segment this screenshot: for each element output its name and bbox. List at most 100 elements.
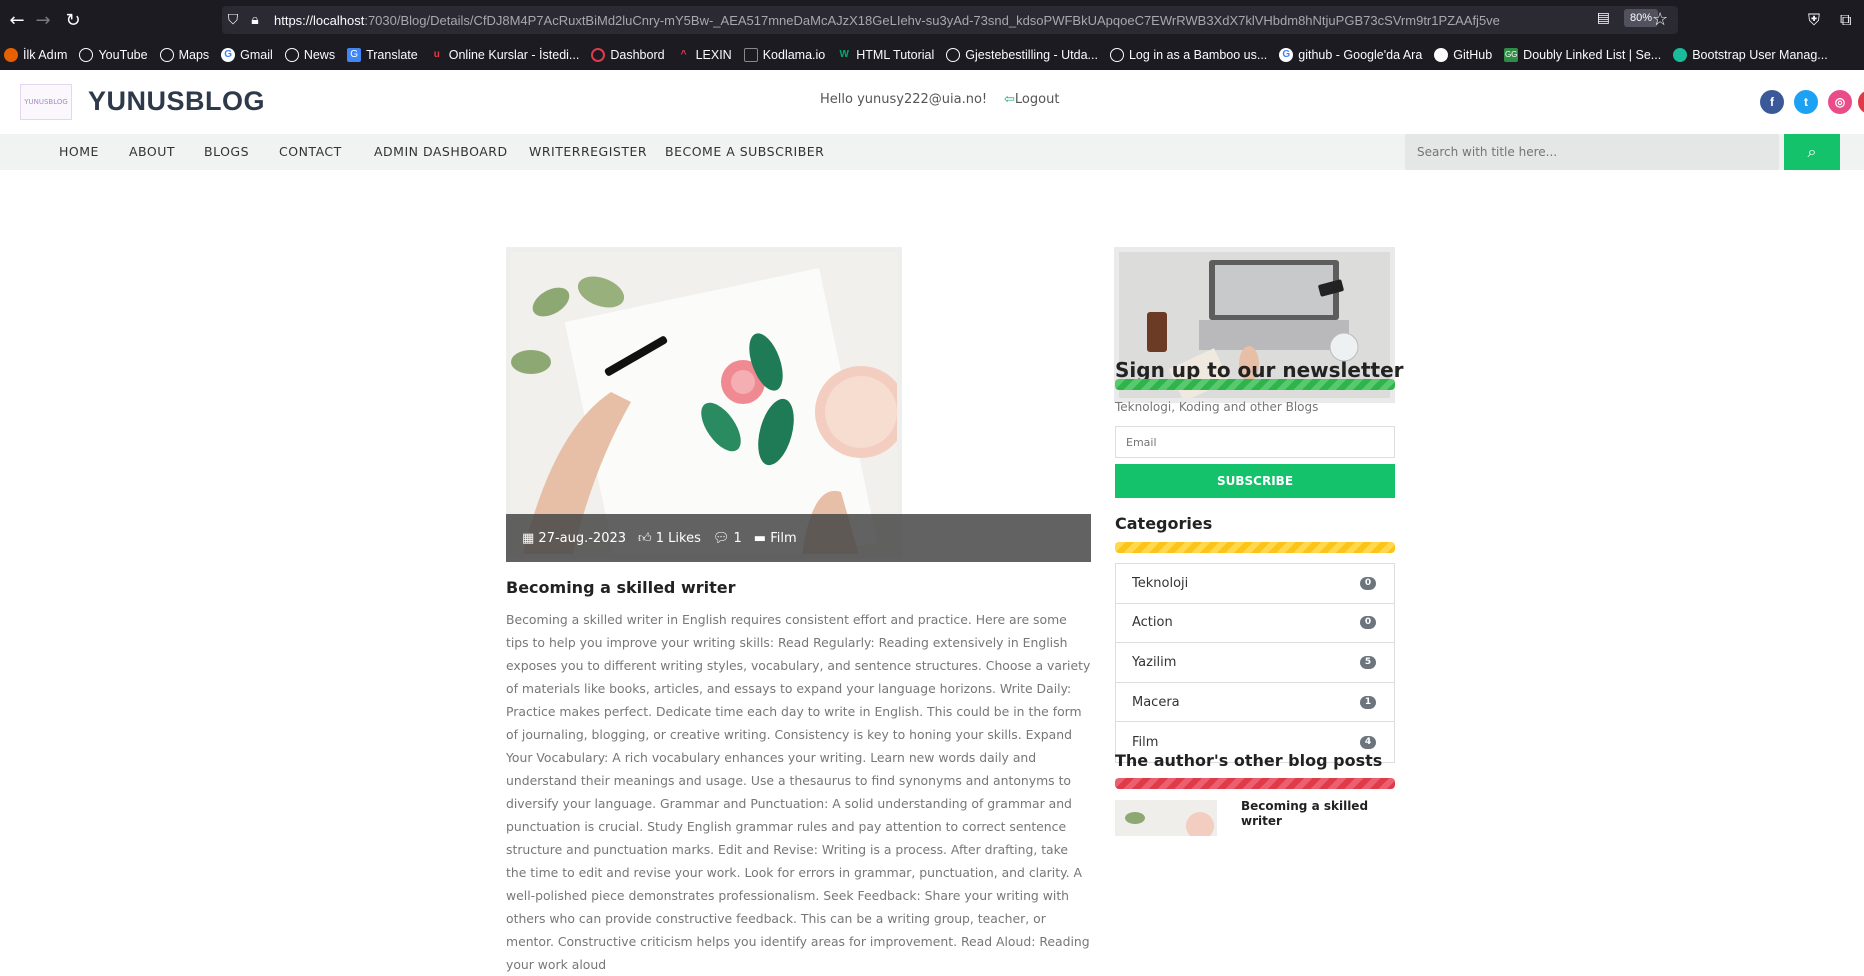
udemy-icon: u (433, 49, 440, 60)
url-host: https://localhost (274, 12, 365, 28)
forward-arrow-icon[interactable]: → (28, 5, 58, 35)
logout-link[interactable]: ⇦Logout (1004, 92, 1059, 107)
globe-icon (79, 48, 94, 62)
nav-blogs[interactable]: BLOGS (204, 134, 249, 170)
search-button[interactable]: ⌕ (1784, 134, 1840, 170)
folder-icon: ▬ (753, 530, 771, 546)
post-category[interactable]: ▬ Film (754, 531, 797, 546)
category-count-badge: 0 (1360, 616, 1376, 630)
bookmark-item[interactable]: GG Doubly Linked List | Se... (1504, 48, 1661, 62)
shield-icon[interactable]: ⛉ (222, 12, 244, 28)
nav-contact[interactable]: CONTACT (279, 134, 342, 170)
categories-stripe (1115, 542, 1395, 553)
kodlama-icon (743, 48, 758, 62)
category-count-badge: 4 (1360, 735, 1376, 749)
date-text: 27-aug.-2023 (538, 530, 627, 546)
bookmark-label: HTML Tutorial (856, 48, 935, 62)
nav-home[interactable]: HOME (59, 134, 99, 170)
nav-about[interactable]: ABOUT (129, 134, 175, 170)
bookmark-item[interactable]: Kodlama.io (743, 48, 826, 62)
nav-become-subscriber[interactable]: BECOME A SUBSCRIBER (665, 134, 824, 170)
facebook-icon[interactable]: f (1760, 90, 1784, 114)
bookmark-item[interactable]: GitHub (1434, 48, 1492, 62)
bookmark-label: Translate (366, 48, 418, 62)
category-item[interactable]: Action 0 (1116, 604, 1394, 644)
bookmark-label: Log in as a Bamboo us... (1128, 48, 1268, 62)
category-item[interactable]: Macera 1 (1116, 683, 1394, 723)
bookmark-item[interactable]: Ggithub - Google'da Ara (1279, 48, 1422, 62)
post-likes[interactable]: 👍︎ 1 Likes (638, 531, 701, 546)
bookmark-label: LEXIN (695, 48, 732, 62)
other-posts-stripe (1115, 778, 1395, 789)
bookmark-label: Gjestebestilling - Utda... (965, 48, 1098, 62)
post-meta-bar: ▦ 27-aug.-2023 👍︎ 1 Likes 💬︎ 1 ▬ Film (506, 514, 1091, 562)
bookmark-label: Doubly Linked List | Se... (1523, 48, 1662, 62)
category-name: Film (1132, 734, 1159, 750)
category-item[interactable]: Yazilim 5 (1116, 643, 1394, 683)
pinterest-icon[interactable] (1858, 90, 1864, 114)
categories-heading: Categories (1115, 514, 1213, 533)
nav-admin-dashboard[interactable]: ADMIN DASHBOARD (374, 134, 508, 170)
category-list: Teknoloji 0 Action 0 Yazilim 5 Macera 1 Film… (1115, 563, 1395, 763)
comments-text: 1 (733, 530, 742, 546)
bookmark-item[interactable]: u Online Kurslar - İstedi... (430, 48, 580, 62)
subscribe-button[interactable]: SUBSCRIBE (1115, 464, 1395, 498)
address-bar[interactable]: ⛉ 🔒︎ https://localhost:7030/Blog/Details… (222, 6, 1678, 34)
other-post-title[interactable]: Becoming a skilled writer (1241, 799, 1391, 829)
other-post-thumbnail[interactable] (1115, 800, 1217, 836)
search-icon: ⌕ (1807, 142, 1817, 161)
search-input[interactable] (1405, 134, 1779, 170)
firefox-icon (4, 48, 18, 62)
bookmark-item[interactable]: G Gmail (221, 48, 273, 62)
url-text[interactable]: https://localhost:7030/Blog/Details/CfDJ… (274, 13, 1564, 28)
category-name: Teknoloji (1132, 575, 1189, 591)
bookmark-item[interactable]: Dashbord (591, 48, 665, 62)
bookmark-item[interactable]: Bootstrap User Manag... (1673, 48, 1828, 62)
category-count-badge: 0 (1360, 576, 1376, 590)
post-title: Becoming a skilled writer (506, 578, 736, 597)
bookmark-item[interactable]: News (284, 48, 336, 62)
pocket-icon[interactable]: ⛨ (1808, 10, 1820, 30)
site-logo[interactable]: YUNUSBLOG (20, 84, 72, 120)
other-post-thumb-image (1115, 800, 1217, 836)
blog-page: YUNUSBLOG YUNUSBLOG Hello yunusy222@uia.… (0, 70, 1864, 976)
bookmark-item[interactable]: Gjestebestilling - Utda... (946, 48, 1098, 62)
dribbble-icon[interactable]: ◎ (1828, 90, 1852, 114)
site-brand[interactable]: YUNUSBLOG (88, 86, 265, 117)
globe-icon (284, 48, 299, 62)
bookmark-item[interactable]: G Translate (347, 48, 418, 62)
bookmark-label: News (303, 48, 336, 62)
bookmark-label: Maps (178, 48, 210, 62)
twitter-icon[interactable]: t (1794, 90, 1818, 114)
post-comments[interactable]: 💬︎ 1 (713, 531, 742, 546)
user-greeting: Hello yunusy222@uia.no! (820, 92, 988, 107)
globe-icon (159, 48, 174, 62)
newsletter-email-input[interactable] (1115, 426, 1395, 458)
category-item[interactable]: Teknoloji 0 (1116, 564, 1394, 604)
category-name: Macera (1132, 694, 1180, 710)
bookmark-label: github - Google'da Ara (1298, 48, 1423, 62)
nav-writer-register[interactable]: WRITERREGISTER (529, 134, 647, 170)
bookmark-item[interactable]: ^ LEXIN (677, 48, 732, 62)
bookmark-label: Kodlama.io (762, 48, 826, 62)
bookmark-item[interactable]: Maps (159, 48, 210, 62)
reload-icon[interactable]: ↻ (58, 5, 88, 35)
bookmark-star-icon[interactable]: ☆ (1652, 9, 1668, 30)
bookmark-item[interactable]: İlk Adım (4, 48, 67, 62)
logout-label: Logout (1014, 92, 1060, 107)
bookmark-item[interactable]: W HTML Tutorial (837, 48, 935, 62)
reader-view-icon[interactable]: ▤ (1597, 10, 1610, 26)
lock-icon[interactable]: 🔒︎ (244, 12, 266, 28)
extensions-icon[interactable]: ⧉ (1840, 10, 1851, 30)
lexin-icon: ^ (680, 49, 687, 60)
newsletter-stripe (1115, 379, 1395, 390)
other-posts-heading: The author's other blog posts (1115, 751, 1383, 770)
post-date: ▦ 27-aug.-2023 (522, 531, 626, 546)
google-icon: G (221, 48, 236, 62)
bookmarks-bar: İlk Adım YouTube Maps G Gmail News G Trans… (0, 40, 1864, 70)
bookmark-item[interactable]: Log in as a Bamboo us... (1109, 48, 1268, 62)
bookmark-item[interactable]: YouTube (79, 48, 148, 62)
google-icon: G (1279, 48, 1294, 62)
github-icon (1434, 48, 1449, 62)
bookmark-label: Online Kurslar - İstedi... (448, 48, 580, 62)
